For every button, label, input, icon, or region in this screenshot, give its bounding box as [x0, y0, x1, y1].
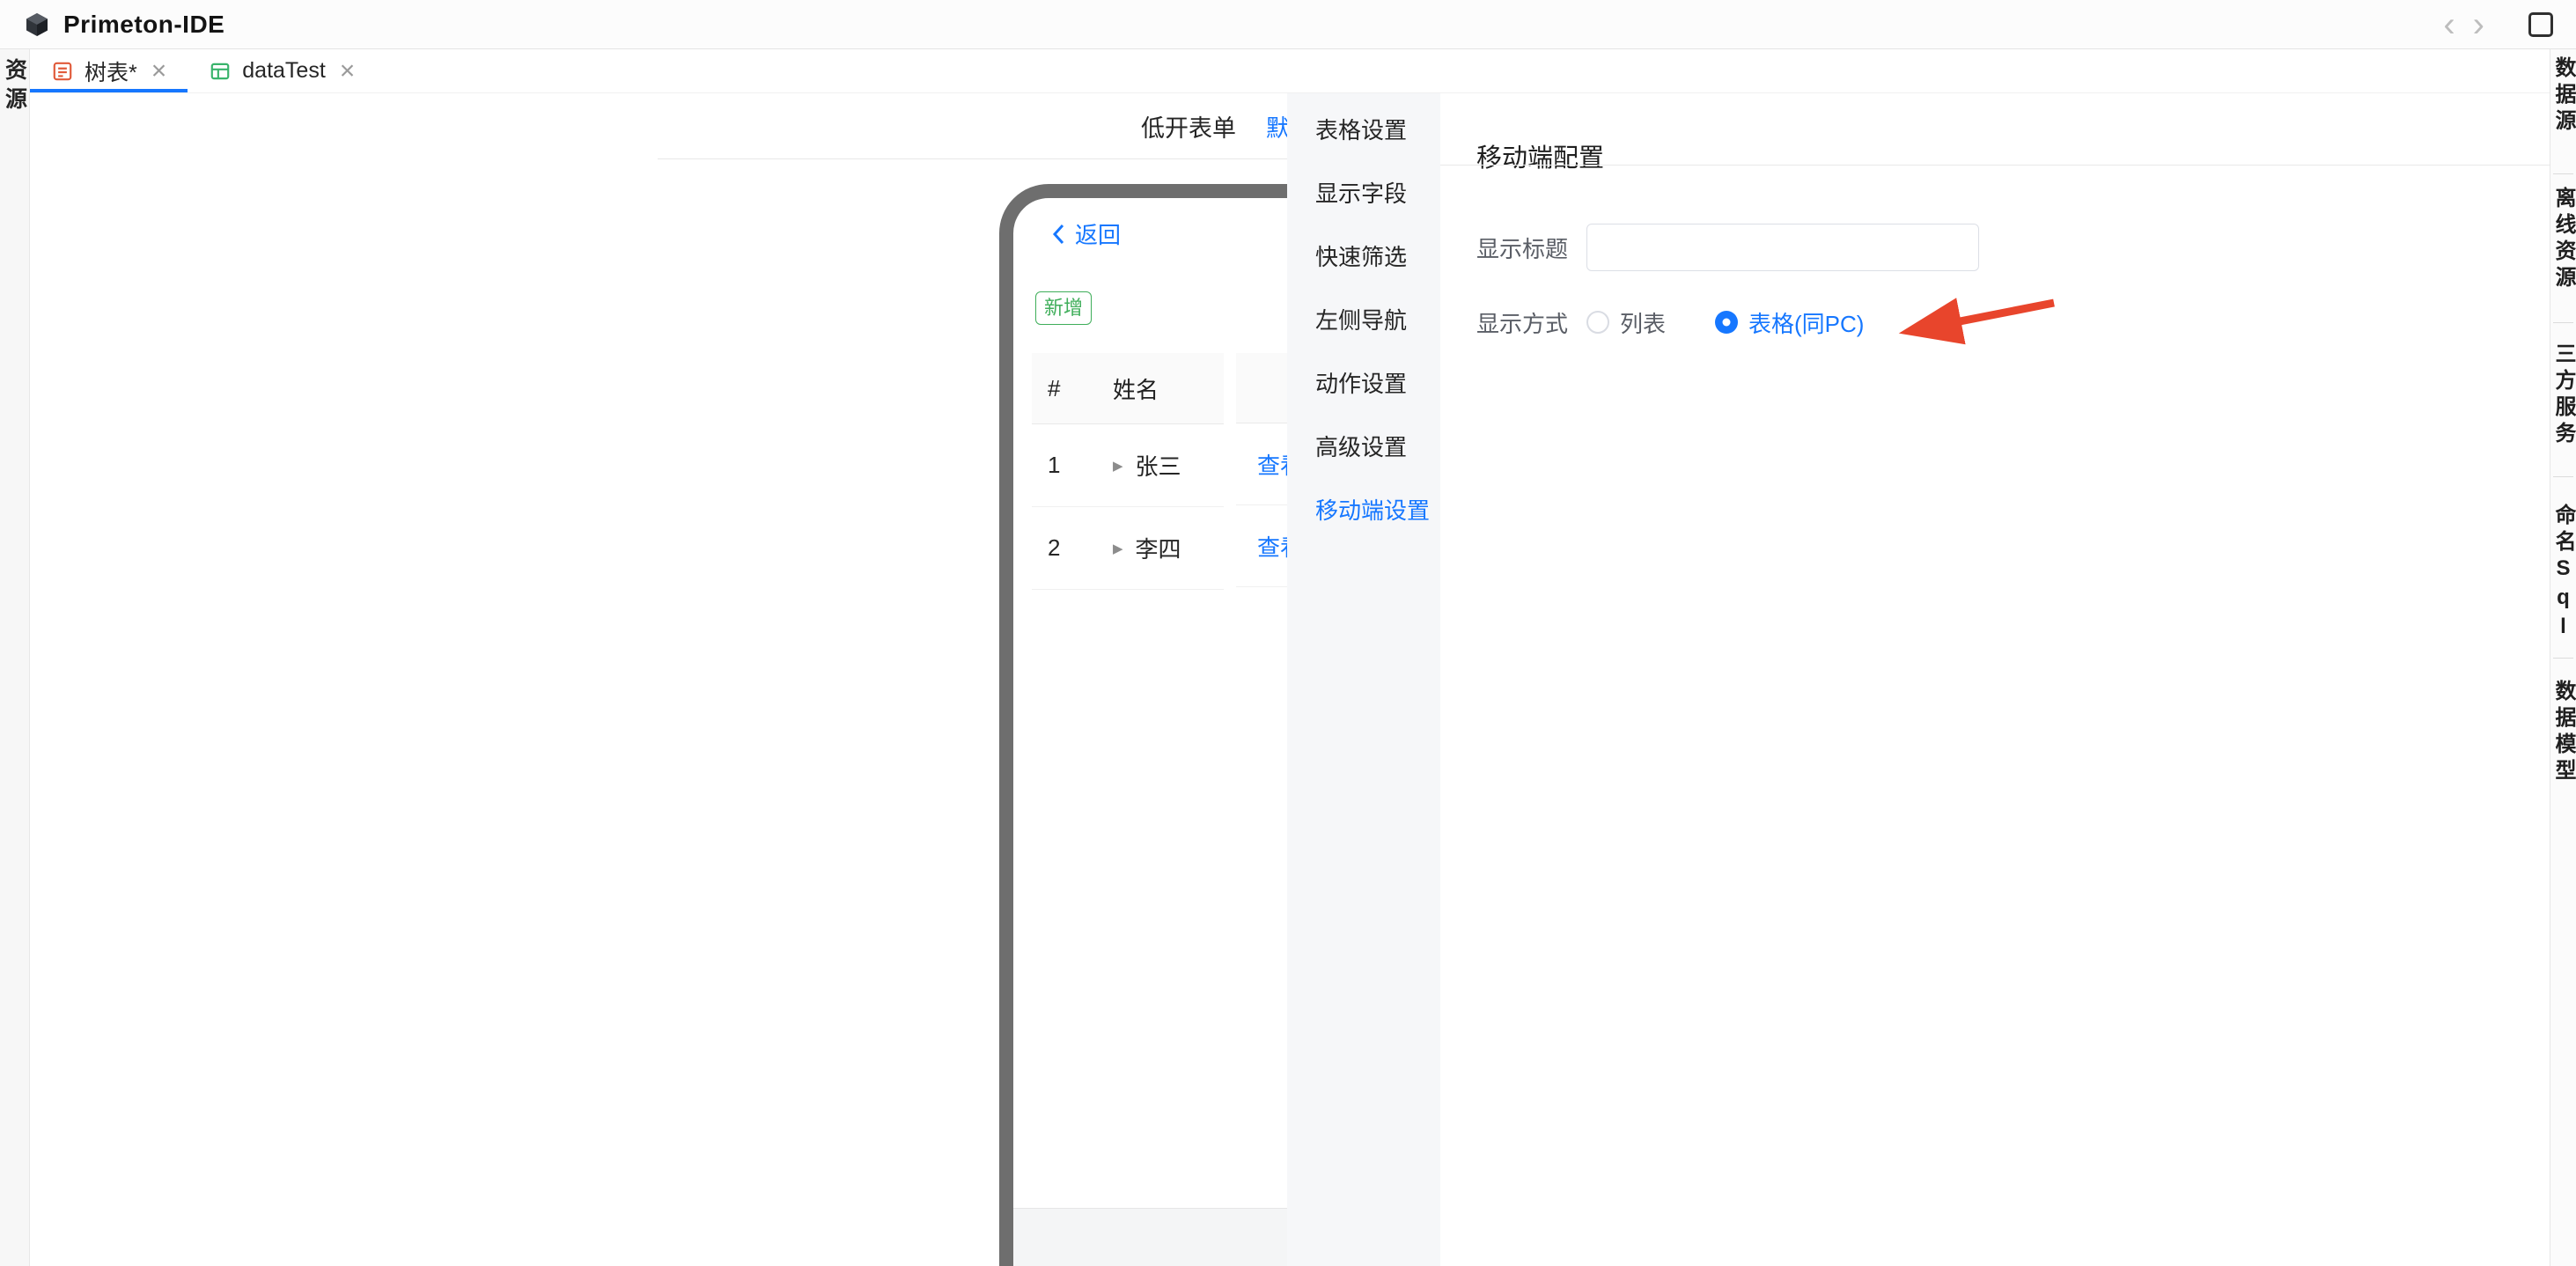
menu-item-action-settings[interactable]: 动作设置 [1287, 350, 1440, 414]
tab-tree-table[interactable]: 树表* × [30, 49, 188, 92]
menu-item-left-nav[interactable]: 左侧导航 [1287, 287, 1440, 350]
sidebar-item-datasource[interactable]: 数据源 [2550, 56, 2576, 136]
settings-content: 移动端配置 显示标题 显示方式 列表 表格(同PC) [1440, 93, 2550, 1266]
radio-unchecked-icon [1586, 311, 1609, 334]
app-title: Primeton-IDE [63, 11, 224, 39]
header-index: # [1032, 375, 1092, 402]
expand-caret-icon[interactable]: ▶ [1113, 458, 1123, 474]
page-title: 移动端配置 [1476, 137, 1604, 174]
right-resource-strip: 数据源 离线资源 三方服务 命名Sql 数据模型 [2550, 49, 2576, 1266]
datasource-label: 数据源 [2548, 56, 2576, 136]
subtab-lowcode-form[interactable]: 低开表单 [1141, 93, 1236, 159]
data-model-label: 数据模型 [2548, 680, 2576, 785]
left-resource-strip: 资源 [0, 49, 30, 1266]
tab-label: dataTest [242, 58, 326, 84]
strip-divider [2553, 322, 2573, 323]
cell-name: ▶ 李四 [1092, 532, 1224, 564]
strip-divider [2553, 658, 2573, 659]
table-column-gap [1224, 353, 1236, 590]
close-icon[interactable]: × [340, 58, 356, 85]
sidebar-item-offline-resources[interactable]: 离线资源 [2550, 187, 2576, 292]
add-button[interactable]: 新增 [1035, 291, 1092, 325]
cell-index: 2 [1032, 534, 1092, 562]
form-doc-icon [51, 60, 74, 83]
table-row: 1 ▶ 张三 [1032, 424, 1224, 507]
menu-item-mobile-settings[interactable]: 移动端设置 [1287, 477, 1440, 541]
nav-back-icon[interactable]: ‹ [2434, 7, 2463, 42]
name-text: 李四 [1136, 532, 1181, 564]
subtab-default[interactable]: 默 [1266, 93, 1290, 159]
offline-resources-label: 离线资源 [2548, 187, 2576, 292]
radio-option-list[interactable]: 列表 [1586, 306, 1666, 339]
back-label: 返回 [1075, 217, 1121, 250]
preview-table-main-columns: # 姓名 1 ▶ 张三 2 [1032, 353, 1224, 590]
cell-name: ▶ 张三 [1092, 449, 1224, 482]
cell-index: 1 [1032, 452, 1092, 479]
menu-item-table-settings[interactable]: 表格设置 [1287, 97, 1440, 160]
app-logo-icon [23, 11, 51, 39]
table-doc-icon [209, 60, 232, 83]
back-link[interactable]: 返回 [1052, 217, 1121, 250]
layout-panel-icon[interactable] [2528, 12, 2553, 37]
sidebar-item-data-model[interactable]: 数据模型 [2550, 680, 2576, 785]
menu-item-advanced-settings[interactable]: 高级设置 [1287, 414, 1440, 477]
close-icon[interactable]: × [151, 58, 167, 85]
heading-divider [1440, 165, 2550, 166]
radio-label: 表格(同PC) [1748, 306, 1864, 339]
menu-item-display-fields[interactable]: 显示字段 [1287, 160, 1440, 224]
titlebar: Primeton-IDE ‹ › [0, 0, 2576, 49]
strip-divider [2553, 173, 2573, 174]
settings-menu: 表格设置 显示字段 快速筛选 左侧导航 动作设置 高级设置 移动端设置 [1287, 93, 1440, 1266]
display-title-input[interactable] [1586, 224, 1979, 271]
strip-divider [2553, 476, 2573, 477]
radio-label: 列表 [1620, 306, 1666, 339]
menu-item-quick-filter[interactable]: 快速筛选 [1287, 224, 1440, 287]
table-header-row: # 姓名 [1032, 353, 1224, 424]
display-mode-label: 显示方式 [1476, 306, 1586, 339]
sidebar-item-named-sql[interactable]: 命名Sql [2550, 504, 2576, 644]
header-name: 姓名 [1092, 372, 1224, 405]
settings-panel: 表格设置 显示字段 快速筛选 左侧导航 动作设置 高级设置 移动端设置 移动端配… [1287, 93, 2550, 1266]
display-title-label: 显示标题 [1476, 232, 1586, 264]
display-title-row: 显示标题 [1476, 224, 1979, 271]
thirdparty-services-label: 三方服务 [2548, 342, 2576, 448]
chevron-left-icon [1052, 223, 1066, 246]
expand-caret-icon[interactable]: ▶ [1113, 541, 1123, 556]
primeton-ide-window: Primeton-IDE ‹ › 资源 树表* × [0, 0, 2576, 1266]
name-text: 张三 [1136, 449, 1181, 482]
named-sql-label: 命名Sql [2548, 504, 2576, 644]
tab-datatest[interactable]: dataTest × [188, 49, 376, 92]
editor-tabbar: 树表* × dataTest × [30, 49, 2550, 93]
nav-forward-icon[interactable]: › [2464, 7, 2493, 42]
display-mode-row: 显示方式 列表 表格(同PC) [1476, 298, 1913, 347]
table-row: 2 ▶ 李四 [1032, 507, 1224, 590]
sidebar-item-resources[interactable]: 资源 [0, 49, 31, 1266]
radio-option-table-same-as-pc[interactable]: 表格(同PC) [1715, 306, 1864, 339]
radio-checked-icon [1715, 311, 1738, 334]
tab-label: 树表* [85, 55, 137, 87]
sidebar-item-thirdparty-services[interactable]: 三方服务 [2550, 342, 2576, 448]
